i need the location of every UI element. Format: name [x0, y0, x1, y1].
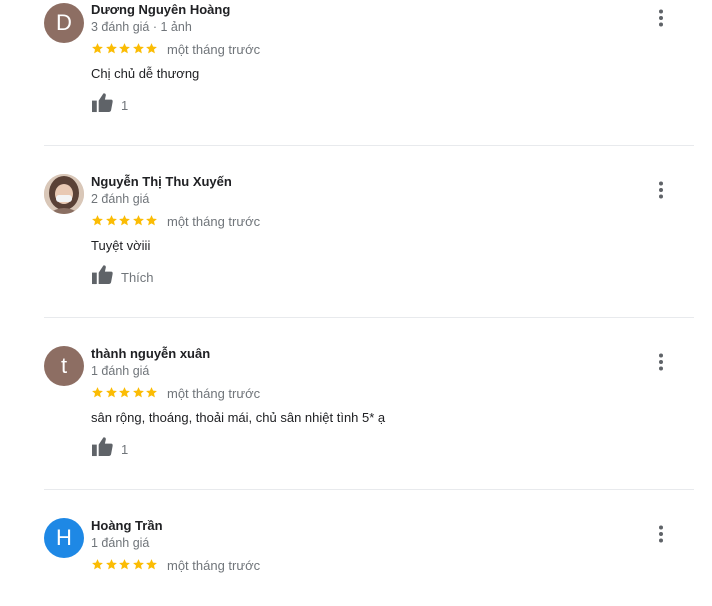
more-vert-icon — [652, 9, 670, 33]
star-icon — [92, 559, 103, 570]
profile-photo-icon — [44, 174, 84, 214]
thumbs-up-icon — [91, 436, 114, 462]
more-options-button[interactable] — [652, 179, 670, 201]
like-label: Thích — [121, 269, 154, 285]
review-text: Chị chủ dễ thương — [91, 66, 200, 81]
reviewer-meta: 3 đánh giá · 1 ảnh — [91, 20, 192, 34]
star-icon — [146, 559, 157, 570]
more-options-button[interactable] — [652, 351, 670, 373]
review-time: một tháng trước — [167, 386, 261, 401]
like-button[interactable]: Thích — [91, 264, 154, 290]
star-icon — [132, 559, 144, 570]
review-time: một tháng trước — [167, 42, 261, 57]
like-count: 1 — [121, 97, 129, 113]
star-icon — [146, 43, 157, 54]
more-vert-icon — [652, 181, 670, 205]
avatar-letter: t — [60, 353, 68, 378]
star-icon — [119, 215, 130, 226]
star-icon — [119, 559, 130, 570]
star-icon — [132, 43, 144, 54]
reviewer-name[interactable]: Nguyễn Thị Thu Xuyến — [91, 174, 232, 189]
avatar-letter: H — [56, 525, 72, 550]
like-button[interactable]: 1 — [91, 92, 129, 118]
review-time: một tháng trước — [167, 558, 261, 573]
divider — [44, 317, 694, 318]
avatar[interactable]: t — [44, 346, 84, 386]
like-count: 1 — [121, 441, 129, 457]
star-rating — [91, 558, 159, 572]
divider — [44, 489, 694, 490]
star-icon — [119, 387, 130, 398]
star-icon — [132, 387, 144, 398]
reviewer-name[interactable]: Hoàng Trần — [91, 518, 163, 533]
more-options-button[interactable] — [652, 523, 670, 545]
star-icon — [92, 43, 103, 54]
star-icon — [92, 215, 103, 226]
star-icon — [105, 43, 117, 54]
star-icon — [146, 387, 157, 398]
more-vert-icon — [652, 525, 670, 549]
star-icon — [146, 215, 157, 226]
reviewer-name[interactable]: Dương Nguyên Hoàng — [91, 2, 230, 17]
star-icon — [105, 215, 117, 226]
star-rating — [91, 214, 159, 228]
star-icon — [105, 559, 117, 570]
avatar-letter: D — [56, 10, 72, 35]
review-text: sân rộng, thoáng, thoải mái, chủ sân nhi… — [91, 410, 386, 425]
reviewer-name[interactable]: thành nguyễn xuân — [91, 346, 210, 361]
more-options-button[interactable] — [652, 7, 670, 29]
reviewer-meta: 1 đánh giá — [91, 536, 150, 550]
review-time: một tháng trước — [167, 214, 261, 229]
more-vert-icon — [652, 353, 670, 377]
star-rating — [91, 42, 159, 56]
reviewer-meta: 2 đánh giá — [91, 192, 150, 206]
star-icon — [105, 387, 117, 398]
divider — [44, 145, 694, 146]
thumbs-up-icon — [91, 92, 114, 118]
review-text: Tuyệt vờiii — [91, 238, 151, 253]
star-icon — [132, 215, 144, 226]
reviewer-meta: 1 đánh giá — [91, 364, 150, 378]
avatar[interactable]: D — [44, 3, 84, 43]
star-rating — [91, 386, 159, 400]
thumbs-up-icon — [91, 264, 114, 290]
star-icon — [119, 43, 130, 54]
avatar[interactable] — [44, 174, 84, 214]
like-button[interactable]: 1 — [91, 436, 129, 462]
avatar[interactable]: H — [44, 518, 84, 558]
star-icon — [92, 387, 103, 398]
